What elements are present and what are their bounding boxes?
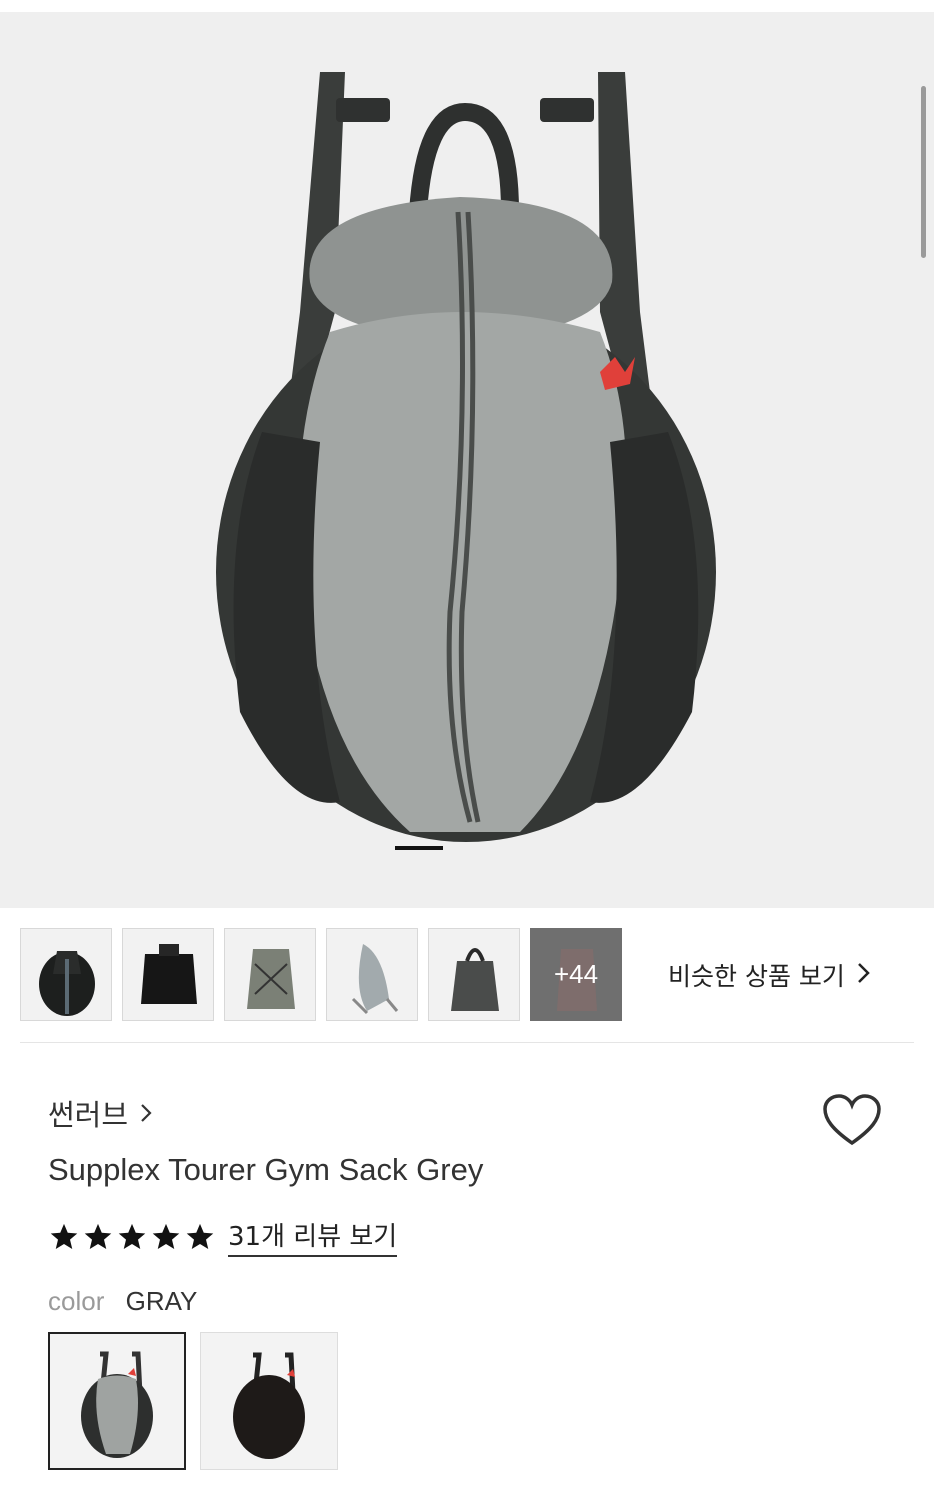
thumbnail-item[interactable] bbox=[20, 928, 112, 1021]
divider bbox=[20, 1042, 914, 1043]
star-icon bbox=[152, 1223, 180, 1249]
thumbnail-item[interactable] bbox=[224, 928, 316, 1021]
similar-products-label: 비슷한 상품 보기 bbox=[668, 962, 845, 991]
product-title: Supplex Tourer Gym Sack Grey bbox=[48, 1152, 484, 1187]
color-value: GRAY bbox=[125, 1286, 198, 1316]
scrollbar[interactable] bbox=[921, 86, 926, 258]
rating-row: 31개 리뷰 보기 bbox=[48, 1216, 398, 1257]
thumbnail-item[interactable] bbox=[428, 928, 520, 1021]
color-swatches bbox=[48, 1332, 338, 1470]
brand-link[interactable]: 썬러브 bbox=[48, 1092, 152, 1134]
color-swatch-gray[interactable] bbox=[48, 1332, 186, 1470]
thumbnail-more[interactable]: +44 bbox=[530, 928, 622, 1021]
review-link[interactable]: 31개 리뷰 보기 bbox=[228, 1216, 398, 1257]
star-icon bbox=[84, 1223, 112, 1249]
wishlist-heart-icon[interactable] bbox=[822, 1093, 882, 1151]
color-swatch-black[interactable] bbox=[200, 1332, 338, 1470]
backpack-image bbox=[216, 72, 716, 842]
brand-name: 썬러브 bbox=[48, 1098, 129, 1132]
rating-stars bbox=[48, 1222, 216, 1252]
chevron-right-icon bbox=[857, 961, 871, 990]
more-count-label: +44 bbox=[553, 959, 599, 989]
similar-products-link[interactable]: 비슷한 상품 보기 bbox=[668, 956, 871, 994]
similar-thumbnails: +44 bbox=[20, 928, 622, 1023]
color-label: color bbox=[48, 1286, 105, 1316]
star-icon bbox=[118, 1223, 146, 1249]
thumbnail-item[interactable] bbox=[122, 928, 214, 1021]
color-row: color GRAY bbox=[48, 1286, 197, 1317]
chevron-right-icon bbox=[140, 1096, 152, 1130]
star-icon bbox=[186, 1223, 214, 1249]
image-pager-indicator bbox=[395, 846, 443, 850]
product-main-image[interactable] bbox=[0, 12, 934, 908]
thumbnail-item[interactable] bbox=[326, 928, 418, 1021]
star-icon bbox=[50, 1223, 78, 1249]
